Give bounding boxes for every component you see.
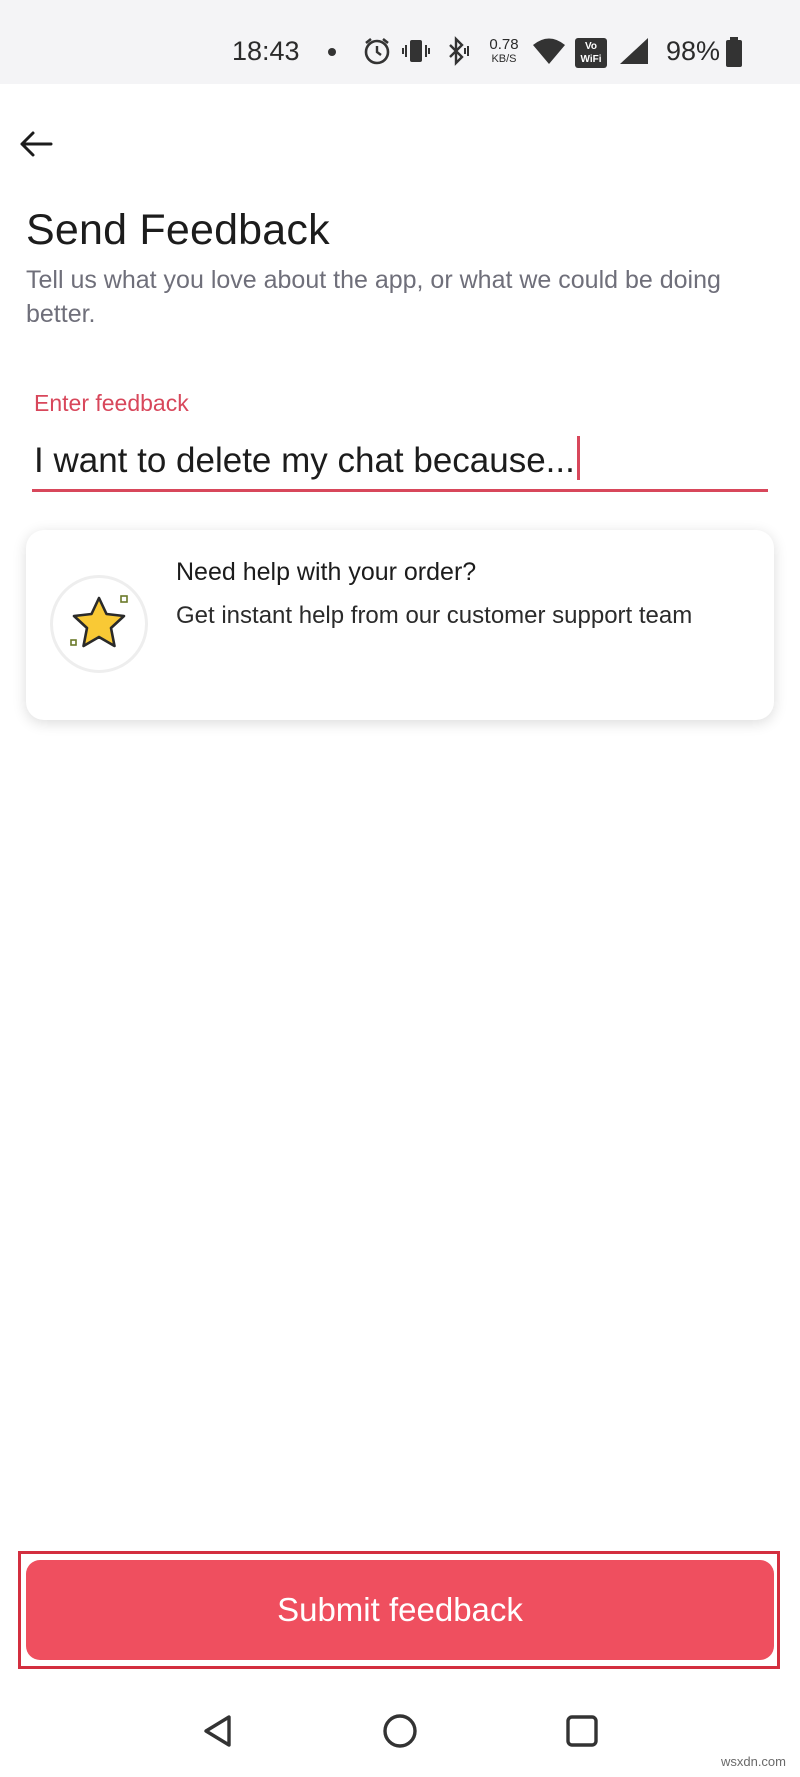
back-triangle-icon: [204, 1715, 231, 1747]
alarm-icon: [364, 37, 390, 65]
submit-feedback-button[interactable]: Submit feedback: [26, 1560, 774, 1660]
help-card[interactable]: Need help with your order? Get instant h…: [26, 530, 774, 720]
network-speed: 0.78 KB/S: [489, 36, 519, 65]
bluetooth-icon: [449, 36, 469, 66]
page-subtitle: Tell us what you love about the app, or …: [26, 266, 721, 328]
help-card-description: Get instant help from our customer suppo…: [176, 602, 693, 629]
wifi-icon: [533, 38, 565, 64]
vowifi-icon: Vo WiFi: [575, 38, 607, 68]
battery-icon: [726, 37, 742, 67]
vibrate-icon: [402, 40, 430, 62]
nav-home-button[interactable]: [375, 1706, 425, 1756]
star-badge: [50, 575, 148, 673]
recents-square-icon: [566, 1715, 598, 1747]
status-time: 18:43: [232, 36, 300, 66]
battery-percent: 98%: [666, 36, 721, 66]
help-card-title: Need help with your order?: [176, 558, 477, 586]
nav-recents-button[interactable]: [557, 1706, 607, 1756]
feedback-input-value[interactable]: I want to delete my chat because...: [34, 436, 580, 481]
home-circle-icon: [383, 1714, 417, 1748]
page-title: Send Feedback: [26, 206, 330, 254]
back-button[interactable]: [14, 122, 58, 166]
arrow-left-icon: [20, 131, 53, 157]
feedback-input[interactable]: I want to delete my chat because...: [32, 428, 768, 492]
nav-back-button[interactable]: [193, 1706, 243, 1756]
system-nav-bar: wsxdn.com: [0, 1686, 800, 1777]
dot-icon: [328, 48, 336, 56]
text-caret: [576, 436, 580, 480]
watermark: wsxdn.com: [720, 1754, 786, 1769]
signal-icon: [620, 38, 648, 64]
feedback-input-label: Enter feedback: [34, 390, 189, 416]
status-bar: 18:43 0.78 KB/S Vo WiFi 98%: [0, 0, 800, 84]
star-icon: [70, 595, 128, 648]
